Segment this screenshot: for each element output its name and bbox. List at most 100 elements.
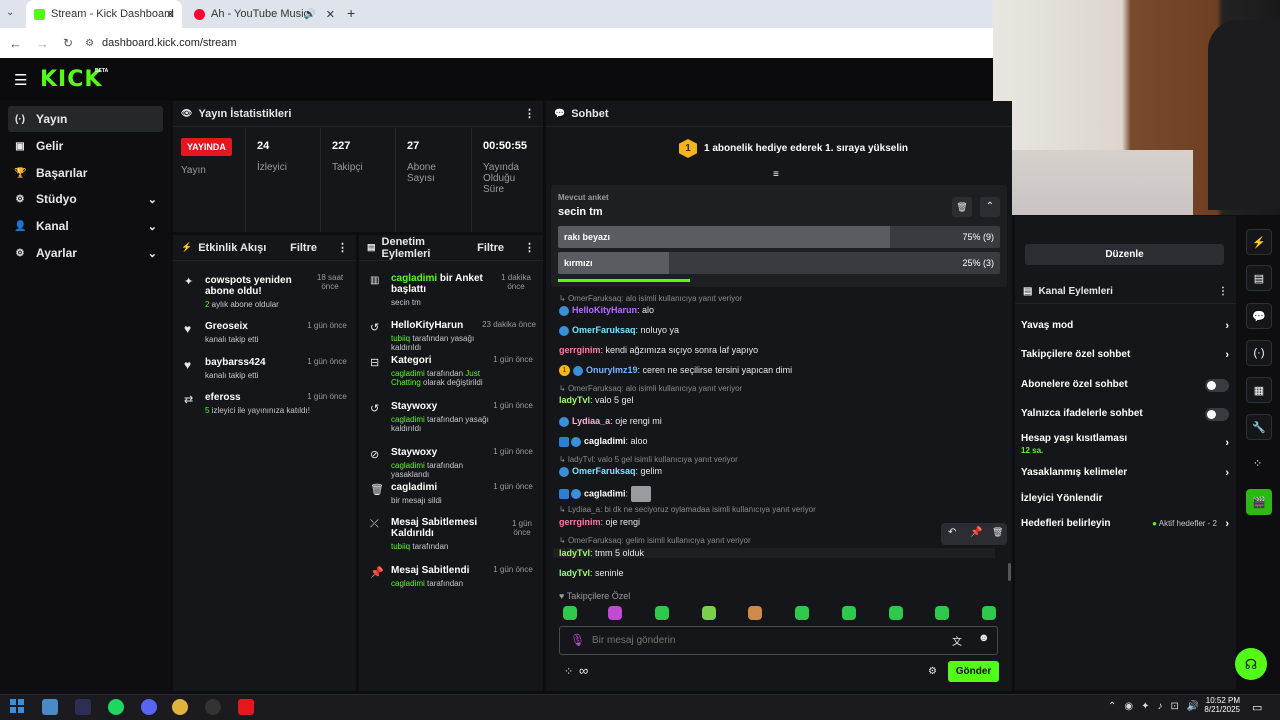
close-icon[interactable]: ✕ <box>326 8 335 21</box>
collapse-icon[interactable]: ⌃ <box>980 197 1000 217</box>
site-info-icon[interactable]: ⚙ <box>85 38 94 49</box>
obs-icon[interactable] <box>205 699 221 715</box>
chat-username[interactable]: gerrginim <box>559 345 601 355</box>
chat-username[interactable]: gerrginim <box>559 517 601 527</box>
infinity-icon[interactable]: ∞ <box>579 663 588 678</box>
sidebar-item-studyo[interactable]: ⚙ Stüdyo ⌄ <box>8 186 163 212</box>
action-emotes-only[interactable]: Yalnızca ifadelerle sohbet <box>1021 408 1229 421</box>
kicks-icon[interactable]: ⁘ <box>1253 457 1262 470</box>
action-banned-words[interactable]: Yasaklanmış kelimeler › <box>1021 467 1229 479</box>
url-field[interactable]: dashboard.kick.com/stream <box>102 37 237 49</box>
reply-arrow-icon: ↳ <box>559 384 568 393</box>
send-button[interactable]: Gönder <box>948 661 999 682</box>
action-subscribers-only[interactable]: Abonelere özel sohbet <box>1021 379 1229 392</box>
more-icon[interactable]: ⋮ <box>337 241 348 254</box>
action-goals[interactable]: Hedefleri belirleyin ● Aktif hedefler - 2… <box>1021 518 1229 530</box>
clip-icon[interactable]: 🎬 <box>1246 489 1272 515</box>
gift-leaderboard-text[interactable]: 1 abonelik hediye ederek 1. sıraya yükse… <box>704 143 908 154</box>
trash-icon[interactable]: 🗑 <box>992 527 1003 538</box>
emote-1[interactable] <box>563 606 577 620</box>
notifications-icon[interactable]: ▭ <box>1252 701 1262 714</box>
notes-icon[interactable]: ▤ <box>1246 265 1272 291</box>
clock[interactable]: 10:52 PM 8/21/2025 <box>1200 696 1240 714</box>
emote-9[interactable] <box>935 606 949 620</box>
subscribers-only-toggle[interactable] <box>1205 379 1229 392</box>
chrome-icon[interactable] <box>172 699 188 715</box>
emote-8[interactable] <box>889 606 903 620</box>
reload-icon[interactable]: ↻ <box>63 36 73 50</box>
more-icon[interactable]: ⋮ <box>1218 286 1228 297</box>
action-label: Takipçilere özel sohbet <box>1021 349 1131 360</box>
new-tab-button[interactable]: + <box>347 5 355 21</box>
layout-icon[interactable]: ▦ <box>1246 377 1272 403</box>
app-icon-7[interactable] <box>238 699 254 715</box>
pin-icon[interactable]: 📌 <box>970 527 982 538</box>
kicks-icon[interactable]: ⁘ <box>564 665 573 678</box>
chat-username[interactable]: ladyTvl <box>559 395 590 405</box>
chat-bubble-icon[interactable]: 💬 <box>1246 303 1272 329</box>
emote-6[interactable] <box>795 606 809 620</box>
quick-actions-bolt-icon[interactable]: ⚡ <box>1246 229 1272 255</box>
action-slow-mode[interactable]: Yavaş mod › <box>1021 320 1229 332</box>
app-icon-2[interactable] <box>75 699 91 715</box>
emote-5[interactable] <box>748 606 762 620</box>
chat-message-input[interactable] <box>592 631 922 650</box>
emote-3[interactable] <box>655 606 669 620</box>
forward-icon[interactable]: → <box>36 36 49 51</box>
moderation-item-time: 1 gün önce <box>493 401 533 410</box>
chat-username[interactable]: ladyTvl <box>559 568 590 578</box>
chat-username[interactable]: cagladimi <box>584 488 626 498</box>
microphone-icon[interactable]: 🎙 <box>570 633 585 647</box>
hamburger-menu-icon[interactable]: ☰ <box>14 71 27 89</box>
system-tray-icons[interactable]: ⌃◉✦♪⊡🔊 <box>1108 701 1207 712</box>
sidebar-item-yayin[interactable]: (·) Yayın <box>8 106 163 132</box>
chat-username[interactable]: OmerFaruksaq <box>572 466 636 476</box>
sidebar-item-kanal[interactable]: 👤 Kanal ⌄ <box>8 213 163 239</box>
activity-filter-button[interactable]: Filtre <box>290 242 317 254</box>
action-account-age[interactable]: Hesap yaşı kısıtlaması 12 sa. › <box>1021 433 1229 455</box>
moderation-filter-button[interactable]: Filtre <box>477 242 504 254</box>
close-icon[interactable]: ✕ <box>166 8 175 21</box>
tab-youtube-music[interactable]: Ah - YouTube Music 🔊 ✕ <box>186 0 342 28</box>
expand-icon[interactable]: ≡ <box>773 169 779 180</box>
delete-poll-icon[interactable]: 🗑 <box>952 197 972 217</box>
chat-username[interactable]: Lydiaa_a <box>572 416 610 426</box>
back-icon[interactable]: ← <box>9 36 22 51</box>
cat-emote-icon <box>631 486 652 502</box>
sidebar-item-basarilar[interactable]: 🏆 Başarılar <box>8 160 163 186</box>
kick-logo[interactable]: KICK <box>40 67 102 92</box>
chat-scrollbar[interactable] <box>1008 563 1011 581</box>
speaker-icon[interactable]: 🔊 <box>304 9 316 20</box>
action-raid[interactable]: İzleyici Yönlendir <box>1021 493 1229 504</box>
tab-kick-dashboard[interactable]: Stream - Kick Dashboard ✕ <box>26 0 182 28</box>
app-icon-1[interactable] <box>42 699 58 715</box>
emote-4[interactable] <box>702 606 716 620</box>
emoji-icon[interactable]: ☻ <box>978 632 990 644</box>
chat-text: : gelim <box>635 466 663 476</box>
more-icon[interactable]: ⋮ <box>524 241 535 254</box>
action-followers-only[interactable]: Takipçilere özel sohbet › <box>1021 349 1229 361</box>
sidebar-item-gelir[interactable]: ▣ Gelir <box>8 133 163 159</box>
chat-username[interactable]: OmerFaruksaq <box>572 325 636 335</box>
spotify-icon[interactable] <box>108 699 124 715</box>
support-headset-icon[interactable]: ☊ <box>1235 648 1267 680</box>
more-icon[interactable]: ⋮ <box>524 107 535 120</box>
broadcast-icon[interactable]: (·) <box>1246 340 1272 366</box>
emote-10[interactable] <box>982 606 996 620</box>
chat-username[interactable]: cagladimi <box>584 436 626 446</box>
chat-username[interactable]: HelloKityHarun <box>572 305 637 315</box>
sidebar-item-ayarlar[interactable]: ⚙ Ayarlar ⌄ <box>8 240 163 266</box>
tab-list-chevron-icon[interactable]: ⌄ <box>6 7 14 18</box>
emote-2[interactable] <box>608 606 622 620</box>
emote-7[interactable] <box>842 606 856 620</box>
chat-username[interactable]: Onurylmz19 <box>586 365 638 375</box>
translate-icon[interactable]: 文 <box>952 633 962 648</box>
wrench-icon[interactable]: 🔧 <box>1246 414 1272 440</box>
discord-icon[interactable] <box>141 699 157 715</box>
edit-button[interactable]: Düzenle <box>1025 244 1224 265</box>
windows-start-icon[interactable] <box>10 699 24 713</box>
chat-username[interactable]: ladyTvl <box>559 548 590 558</box>
chat-settings-icon[interactable]: ⚙ <box>928 666 937 677</box>
reply-icon[interactable]: ↶ <box>948 527 956 538</box>
emotes-only-toggle[interactable] <box>1205 408 1229 421</box>
